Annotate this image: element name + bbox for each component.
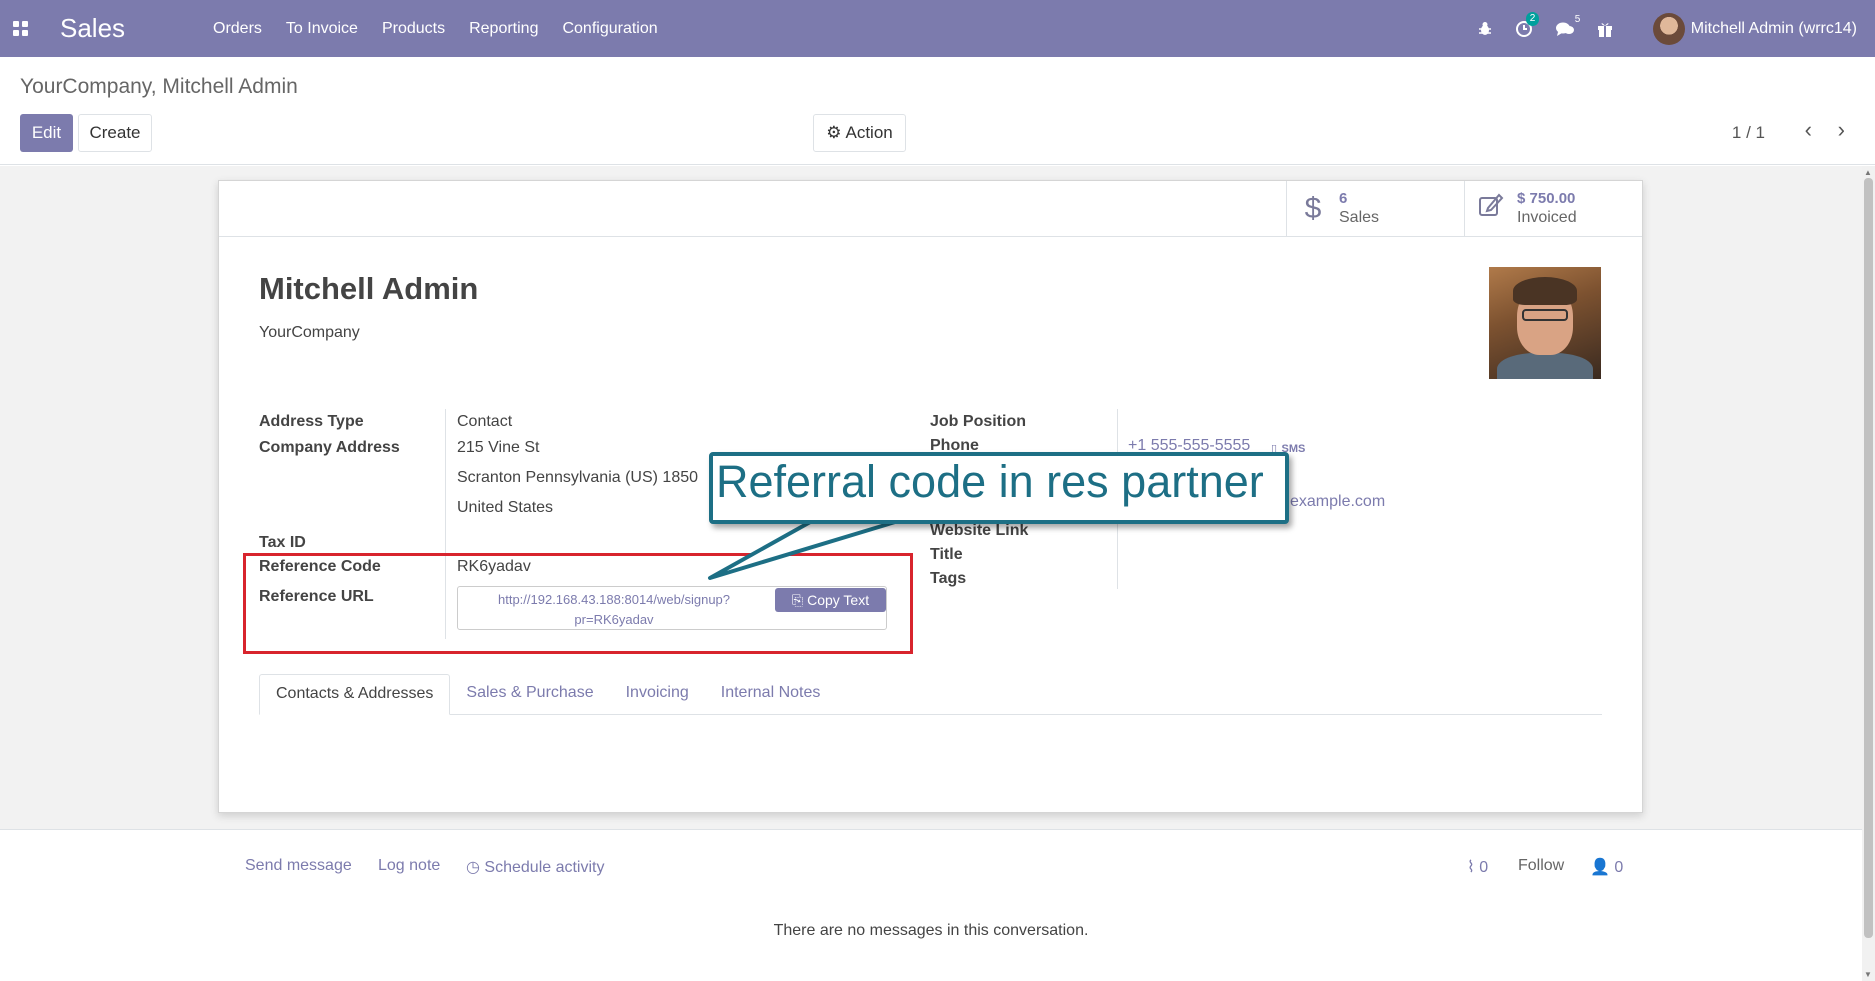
menu-item-reporting[interactable]: Reporting: [457, 20, 550, 38]
send-message-button[interactable]: Send message: [245, 857, 352, 875]
job-position-label: Job Position: [930, 413, 1026, 430]
top-navbar: Sales Orders To Invoice Products Reporti…: [0, 0, 1875, 57]
log-note-button[interactable]: Log note: [378, 857, 440, 875]
paperclip-icon: ⌇: [1467, 859, 1475, 876]
partner-photo: [1489, 267, 1601, 379]
gear-icon: ⚙: [826, 123, 842, 142]
tab-internal-notes[interactable]: Internal Notes: [705, 674, 837, 714]
scroll-down-icon[interactable]: ▼: [1864, 970, 1872, 979]
user-menu[interactable]: Mitchell Admin (wrrc14): [1652, 12, 1857, 45]
partner-name: Mitchell Admin: [259, 271, 479, 306]
dollar-icon: $: [1304, 191, 1322, 225]
address-street: 215 Vine St: [457, 439, 540, 456]
tags-label: Tags: [930, 570, 967, 587]
invoiced-label: Invoiced: [1517, 208, 1577, 226]
address-type-label: Address Type: [259, 413, 364, 430]
smart-button-box: $ 6 Sales $ 750.00 Invoiced: [219, 181, 1642, 237]
user-icon: 👤: [1590, 859, 1610, 876]
scrollbar[interactable]: ▲ ▼: [1862, 166, 1875, 981]
chatter: Send message Log note ◷ Schedule activit…: [0, 829, 1862, 981]
menu-item-to-invoice[interactable]: To Invoice: [274, 20, 370, 38]
highlight-box: [243, 553, 913, 654]
user-name: Mitchell Admin (wrrc14): [1690, 19, 1857, 37]
action-button[interactable]: ⚙ Action: [813, 114, 906, 152]
pager-previous-icon[interactable]: ‹: [1805, 117, 1812, 143]
schedule-activity-label: Schedule activity: [484, 859, 605, 876]
menu-item-products[interactable]: Products: [370, 20, 457, 38]
create-button[interactable]: Create: [78, 114, 152, 152]
debug-bug-icon[interactable]: [1477, 21, 1493, 37]
scroll-up-icon[interactable]: ▲: [1864, 168, 1872, 177]
tax-id-label: Tax ID: [259, 534, 306, 551]
message-count-badge: 5: [1574, 13, 1581, 25]
apps-menu-icon[interactable]: [0, 21, 40, 36]
sales-label: Sales: [1339, 208, 1380, 226]
attachments-count: 0: [1479, 859, 1489, 876]
activity-count-badge: 2: [1525, 11, 1540, 26]
breadcrumb: YourCompany, Mitchell Admin: [20, 75, 298, 98]
callout-text: Referral code in res partner: [716, 456, 1264, 507]
pencil-square-icon: [1465, 191, 1517, 227]
invoiced-amount: $ 750.00: [1517, 189, 1576, 207]
tab-sales-purchase[interactable]: Sales & Purchase: [450, 674, 609, 714]
pager-value[interactable]: 1 / 1: [1732, 123, 1765, 143]
callout-annotation: Referral code in res partner: [709, 452, 1289, 524]
app-brand[interactable]: Sales: [60, 13, 180, 44]
partner-company[interactable]: YourCompany: [259, 324, 360, 342]
notebook-tabs: Contacts & Addresses Sales & Purchase In…: [259, 674, 1602, 715]
menu-item-orders[interactable]: Orders: [201, 20, 274, 38]
pager-next-icon[interactable]: ›: [1838, 117, 1845, 143]
systray: 2 5 Mitchell Admin (wrrc14): [1455, 0, 1857, 57]
empty-conversation-text: There are no messages in this conversati…: [773, 922, 1089, 939]
followers-button[interactable]: 👤 0: [1590, 857, 1623, 877]
edit-button[interactable]: Edit: [20, 114, 73, 152]
attachments-button[interactable]: ⌇ 0: [1467, 857, 1488, 877]
clock-icon: ◷: [466, 859, 480, 876]
tab-invoicing[interactable]: Invoicing: [610, 674, 705, 714]
company-address-label: Company Address: [259, 439, 400, 456]
main-menu: Orders To Invoice Products Reporting Con…: [201, 20, 670, 38]
followers-count: 0: [1614, 859, 1624, 876]
activity-clock-icon[interactable]: 2: [1515, 11, 1540, 38]
menu-item-configuration[interactable]: Configuration: [550, 20, 669, 38]
schedule-activity-button[interactable]: ◷ Schedule activity: [466, 857, 604, 877]
gift-icon[interactable]: [1597, 21, 1613, 37]
invoiced-stat-button[interactable]: $ 750.00 Invoiced: [1464, 181, 1642, 236]
messages-comments-icon[interactable]: 5: [1555, 14, 1580, 37]
sales-stat-button[interactable]: $ 6 Sales: [1286, 181, 1464, 236]
address-type-value: Contact: [457, 413, 513, 430]
scroll-thumb[interactable]: [1864, 178, 1873, 938]
title-label: Title: [930, 546, 963, 563]
sales-count: 6: [1339, 189, 1348, 207]
action-label: Action: [845, 123, 893, 142]
website-link-label: Website Link: [930, 522, 1029, 539]
user-avatar: [1652, 12, 1685, 45]
address-country: United States: [457, 499, 554, 516]
email-value[interactable]: example.com: [1290, 493, 1385, 511]
tab-contacts-addresses[interactable]: Contacts & Addresses: [259, 674, 451, 715]
address-city-line: Scranton Pennsylvania (US) 1850: [457, 469, 699, 486]
control-panel: YourCompany, Mitchell Admin Edit Create …: [0, 57, 1875, 165]
follow-button[interactable]: Follow: [1518, 857, 1564, 875]
